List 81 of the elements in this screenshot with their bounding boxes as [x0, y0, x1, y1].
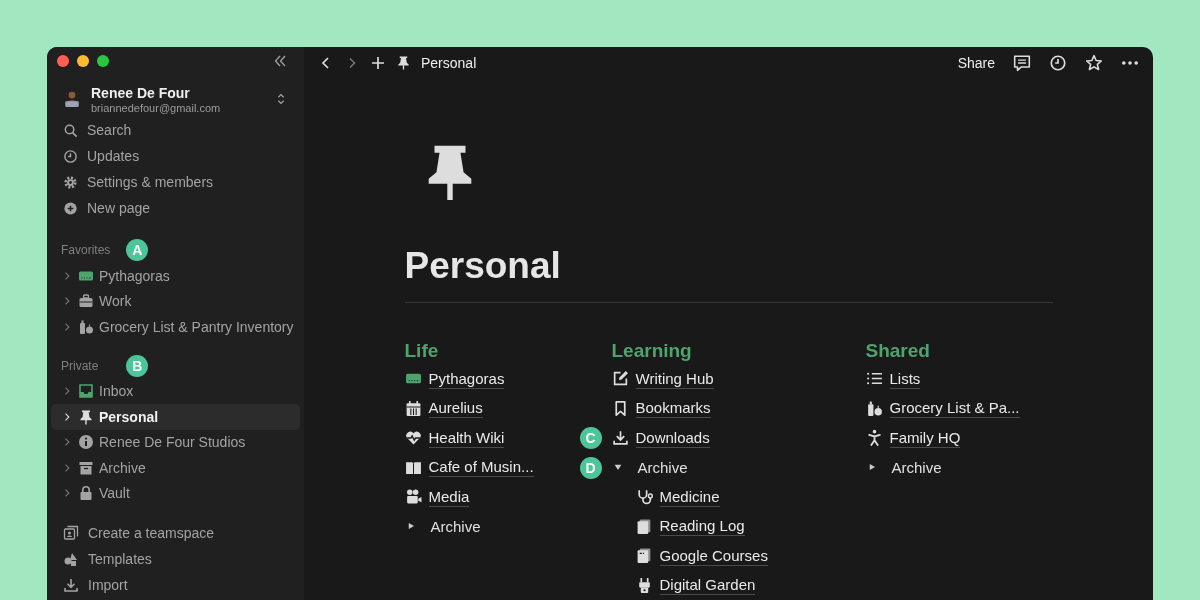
page-link[interactable]: Writing Hub — [635, 368, 714, 389]
page-link[interactable]: Reading Log — [659, 516, 745, 537]
person-icon — [865, 429, 883, 447]
sidebar-item[interactable]: Grocery List & Pantry Inventory — [51, 314, 300, 340]
page-link[interactable]: Family HQ — [889, 427, 961, 448]
document-icon — [635, 547, 653, 565]
pin-icon — [396, 55, 411, 70]
annotation-marker: D — [579, 456, 602, 479]
section-label: Favorites — [61, 243, 111, 257]
page-link[interactable]: Cafe of Musin... — [428, 457, 534, 478]
column-heading: Shared — [865, 339, 931, 363]
toggle-label[interactable]: Archive — [430, 517, 481, 535]
sidebar-link[interactable]: Create a teamspace — [51, 520, 300, 546]
sidebar-link[interactable]: New page — [51, 195, 300, 221]
avatar-icon — [63, 90, 81, 108]
annotation-marker: A — [126, 239, 149, 261]
page-link[interactable]: Pythagoras — [428, 368, 505, 389]
sidebar-item[interactable]: Inbox — [51, 378, 300, 404]
pin-icon — [78, 408, 94, 425]
clock-icon — [63, 148, 78, 164]
share-button[interactable]: Share — [957, 54, 995, 71]
section-label: Private — [61, 358, 99, 373]
sidebar-link[interactable]: Import — [51, 572, 300, 598]
info-icon — [78, 434, 94, 451]
calendar-icon — [404, 399, 422, 417]
page-link[interactable]: Bookmarks — [635, 398, 711, 419]
gear-icon — [63, 174, 78, 190]
sidebar-link[interactable]: Updates — [51, 143, 300, 169]
toggle-label[interactable]: Archive — [891, 458, 942, 476]
star-icon[interactable] — [1085, 53, 1103, 72]
bottles-icon — [865, 399, 883, 417]
plus-circle-icon — [63, 200, 78, 216]
annotation-marker: B — [126, 354, 149, 377]
briefcase-icon — [78, 293, 94, 310]
column-heading: Learning — [611, 339, 693, 363]
sidebar-item[interactable]: Work — [51, 288, 300, 314]
sidebar-link[interactable]: Templates — [51, 546, 300, 572]
zoom-window-button[interactable] — [97, 55, 109, 67]
page-title: Personal — [404, 244, 562, 288]
page-link[interactable]: Downloads — [635, 427, 710, 448]
sidebar-item[interactable]: Personal — [51, 404, 300, 430]
page-link[interactable]: Google Courses — [659, 545, 768, 566]
edit-icon — [611, 370, 629, 388]
annotation-marker: C — [579, 427, 602, 449]
page-link[interactable]: Grocery List & Pa... — [889, 398, 1020, 419]
bottles-icon — [78, 318, 94, 335]
close-window-button[interactable] — [57, 55, 69, 67]
minimize-window-button[interactable] — [77, 55, 89, 67]
sidebar-item[interactable]: Archive — [51, 455, 300, 481]
toggle-label[interactable]: Archive — [637, 458, 688, 476]
stethoscope-icon — [635, 488, 653, 506]
search-icon — [63, 122, 78, 138]
inbox-icon — [78, 383, 94, 400]
shapes-icon — [63, 551, 79, 567]
sidebar-item[interactable]: Renee De Four Studios — [51, 429, 300, 455]
teamspace-icon — [63, 525, 79, 541]
comment-icon[interactable] — [1013, 53, 1031, 72]
document-icon — [635, 517, 653, 535]
download-icon — [611, 429, 629, 447]
heart-pulse-icon — [404, 429, 422, 447]
page-link[interactable]: Digital Garden — [659, 575, 756, 596]
collapse-icon[interactable] — [272, 53, 288, 69]
plus-icon[interactable] — [370, 54, 386, 71]
sidebar-link[interactable]: Settings & members — [51, 169, 300, 195]
lock-icon — [78, 485, 94, 502]
page-link[interactable]: Health Wiki — [428, 427, 505, 448]
page-link[interactable]: Medicine — [659, 486, 720, 507]
sidebar-link[interactable]: Search — [51, 117, 300, 143]
column-heading: Life — [404, 339, 440, 363]
archive-box-icon — [78, 459, 94, 476]
page-link[interactable]: Lists — [889, 368, 921, 389]
breadcrumb[interactable]: Personal — [421, 54, 477, 71]
camera-icon — [404, 488, 422, 506]
sidebar-item[interactable]: Vault — [51, 480, 300, 506]
account-email: briannedefour@gmail.com — [91, 101, 222, 114]
clock-icon[interactable] — [1049, 53, 1067, 72]
account-name: Renee De Four — [91, 84, 191, 101]
sidebar-item[interactable]: Pythagoras — [51, 263, 300, 289]
page-link[interactable]: Media — [428, 486, 470, 507]
download-icon — [63, 577, 79, 593]
page-link[interactable]: Aurelius — [428, 398, 483, 419]
